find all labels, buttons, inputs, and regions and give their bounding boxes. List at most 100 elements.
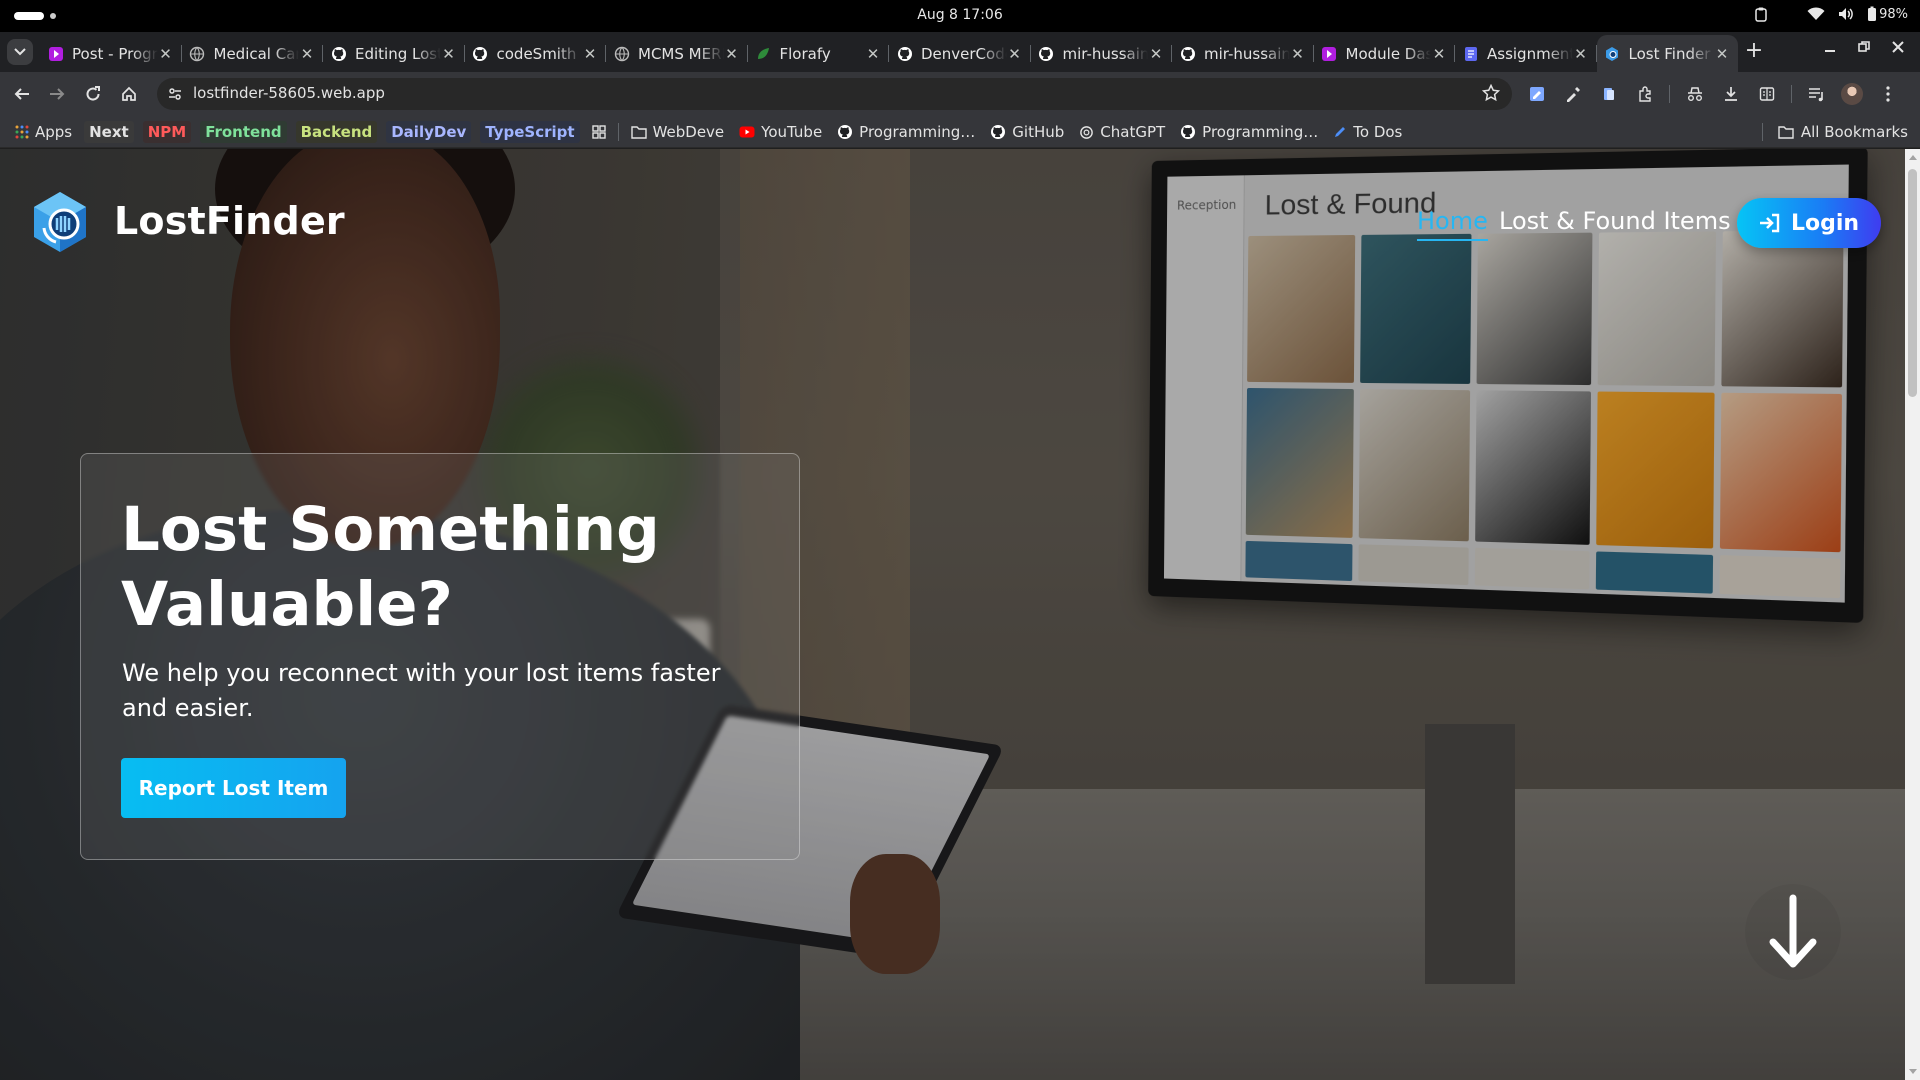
tab-close-icon[interactable]: ✕	[158, 45, 174, 63]
menu-kebab-icon[interactable]	[1876, 82, 1899, 105]
tab-close-icon[interactable]: ✕	[724, 45, 740, 63]
battery-icon[interactable]: 98%	[1867, 6, 1908, 22]
browser-tab[interactable]: codeSmith ✕	[465, 35, 607, 72]
home-button[interactable]	[117, 82, 141, 106]
apps-grid-icon	[15, 125, 29, 139]
browser-tab[interactable]: Florafy ✕	[748, 35, 890, 72]
bookmark-item[interactable]: Programming…	[1177, 121, 1321, 143]
bookmark-label: Apps	[35, 123, 73, 141]
pencil-icon	[1333, 125, 1347, 139]
back-button[interactable]	[10, 82, 34, 106]
scroll-up-arrow[interactable]	[1909, 155, 1917, 160]
color-picker-icon[interactable]	[1561, 82, 1584, 105]
bookmark-label: Programming…	[1202, 123, 1319, 141]
clipboard-extension-icon[interactable]	[1597, 82, 1620, 105]
tab-title: Florafy	[779, 44, 831, 63]
bookmark-item[interactable]: ChatGPT	[1076, 121, 1168, 143]
extensions-puzzle-icon[interactable]	[1633, 82, 1656, 105]
home-icon	[122, 86, 136, 101]
tab-close-icon[interactable]: ✕	[582, 45, 598, 63]
report-lost-item-button[interactable]: Report Lost Item	[121, 758, 346, 818]
toolbar-separator	[1669, 84, 1670, 103]
bookmark-item[interactable]: NPM	[142, 121, 192, 143]
bookmark-item[interactable]: Programming…	[834, 121, 978, 143]
tab-close-icon[interactable]: ✕	[299, 45, 315, 63]
login-button[interactable]: Login	[1737, 198, 1881, 248]
profile-avatar[interactable]	[1841, 82, 1863, 105]
address-bar[interactable]: lostfinder-58605.web.app	[157, 78, 1512, 110]
tab-title: Module Dashboard	[1345, 44, 1432, 63]
wifi-icon[interactable]	[1807, 7, 1825, 21]
nav-lost-found-link[interactable]: Lost & Found Items	[1499, 207, 1731, 235]
battery-percent: 98%	[1879, 6, 1908, 22]
os-clock[interactable]: Aug 8 17:06	[0, 7, 1920, 23]
browser-tab[interactable]: Lost Finder ✕	[1596, 35, 1738, 72]
tab-title: Assignment	[1487, 44, 1573, 63]
lostfinder-logo-icon[interactable]	[28, 190, 92, 254]
github-icon	[896, 45, 913, 62]
tab-close-icon[interactable]: ✕	[1431, 45, 1447, 63]
system-tray[interactable]: 98%	[1753, 6, 1908, 22]
github-icon	[837, 124, 853, 140]
tab-close-icon[interactable]: ✕	[1714, 45, 1730, 63]
bookmark-item[interactable]: Backend	[295, 121, 378, 143]
browser-tab[interactable]: Medical Camp✕	[182, 35, 324, 72]
bookmark-apps-button[interactable]	[589, 121, 609, 143]
tab-title: mir-hussain	[1062, 44, 1149, 63]
bookmark-item[interactable]: Apps	[12, 121, 75, 143]
tab-search-button[interactable]	[7, 39, 33, 65]
bookmark-item[interactable]: Next	[84, 121, 134, 143]
browser-tab[interactable]: Post - Programming✕	[40, 35, 182, 72]
download-icon[interactable]	[1719, 82, 1742, 105]
page-scrollbar[interactable]	[1905, 149, 1920, 1080]
media-controls-icon[interactable]	[1805, 82, 1828, 105]
nav-home-link[interactable]: Home	[1417, 207, 1488, 241]
volume-icon[interactable]	[1837, 6, 1855, 22]
browser-tab[interactable]: Module Dashboard✕	[1314, 35, 1456, 72]
bookmark-item[interactable]: YouTube	[736, 121, 825, 143]
reload-button[interactable]	[81, 82, 105, 106]
browser-tab[interactable]: Editing LostFinder✕	[323, 35, 465, 72]
scroll-down-arrow[interactable]	[1909, 1069, 1917, 1074]
site-info-icon[interactable]	[167, 86, 183, 106]
tab-close-icon[interactable]: ✕	[441, 45, 457, 63]
login-label: Login	[1790, 210, 1860, 236]
bookmark-item[interactable]: TypeScript	[480, 121, 580, 143]
tab-close-icon[interactable]: ✕	[1007, 45, 1023, 63]
scroll-down-button[interactable]	[1745, 884, 1841, 980]
tab-close-icon[interactable]: ✕	[1148, 45, 1164, 63]
new-tab-button[interactable]: +	[1741, 39, 1767, 65]
tab-title: DenverCode	[921, 44, 1007, 63]
minimize-icon[interactable]	[1824, 41, 1836, 53]
hero-card: Lost Something Valuable? We help you rec…	[80, 453, 800, 860]
bookmark-star-icon[interactable]	[1481, 83, 1501, 106]
browser-tab[interactable]: Assignment ✕	[1455, 35, 1597, 72]
reading-list-icon[interactable]	[1755, 82, 1778, 105]
bookmark-item[interactable]: Frontend	[200, 121, 287, 143]
url-text[interactable]: lostfinder-58605.web.app	[193, 84, 385, 102]
bookmark-item[interactable]: DailyDev	[386, 121, 472, 143]
leaf-icon	[755, 45, 772, 62]
restore-icon[interactable]	[1858, 41, 1870, 53]
clipboard-icon[interactable]	[1753, 6, 1769, 22]
incognito-icon[interactable]	[1683, 82, 1706, 105]
browser-toolbar: lostfinder-58605.web.app	[0, 72, 1920, 116]
tab-close-icon[interactable]: ✕	[1573, 45, 1589, 63]
browser-tab[interactable]: MCMS MERN ✕	[606, 35, 748, 72]
close-window-icon[interactable]	[1892, 41, 1904, 53]
scroll-thumb[interactable]	[1908, 169, 1917, 397]
tab-title: Editing LostFinder	[355, 44, 441, 63]
tab-close-icon[interactable]: ✕	[865, 45, 881, 63]
forward-button[interactable]	[45, 82, 69, 106]
notes-extension-icon[interactable]	[1525, 82, 1548, 105]
tab-close-icon[interactable]: ✕	[1290, 45, 1306, 63]
bookmark-item[interactable]: To Dos	[1330, 121, 1405, 143]
browser-tab[interactable]: mir-hussain ✕	[1031, 35, 1173, 72]
browser-tab[interactable]: mir-hussain ✕	[1172, 35, 1314, 72]
browser-tab[interactable]: DenverCode ✕	[889, 35, 1031, 72]
bookmark-label: GitHub	[1012, 123, 1065, 141]
bookmark-item[interactable]: WebDeve	[628, 121, 728, 143]
bookmark-item[interactable]: GitHub	[987, 121, 1067, 143]
all-bookmarks-button[interactable]: All Bookmarks	[1761, 121, 1908, 143]
brand-name[interactable]: LostFinder	[114, 199, 345, 243]
